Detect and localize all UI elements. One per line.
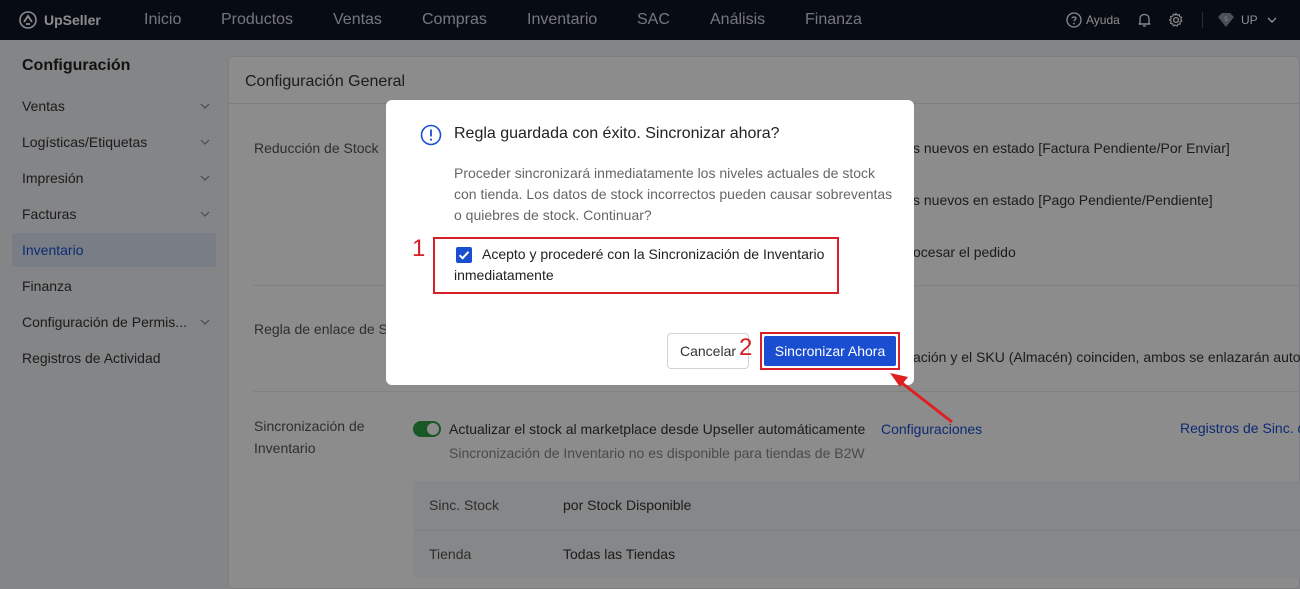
sync-confirm-dialog: Regla guardada con éxito. Sincronizar ah… — [386, 100, 914, 385]
pointer-arrow-icon — [890, 373, 953, 424]
sync-now-button[interactable]: Sincronizar Ahora — [764, 336, 896, 366]
cancel-button[interactable]: Cancelar — [667, 333, 749, 369]
accept-checkbox-label[interactable]: Acepto y procederé con la Sincronización… — [454, 244, 834, 286]
confirm-button-highlight: Sincronizar Ahora — [760, 332, 900, 370]
dialog-title: Regla guardada con éxito. Sincronizar ah… — [454, 125, 780, 142]
step-1-marker: 1 — [412, 235, 426, 262]
info-icon — [420, 124, 442, 146]
dialog-message: Proceder sincronizará inmediatamente los… — [454, 165, 893, 223]
accept-checkbox-highlight: Acepto y procederé con la Sincronización… — [433, 237, 839, 294]
checkmark-icon — [458, 251, 470, 260]
accept-checkbox[interactable] — [456, 247, 472, 263]
step-2-marker: 2 — [739, 334, 753, 361]
